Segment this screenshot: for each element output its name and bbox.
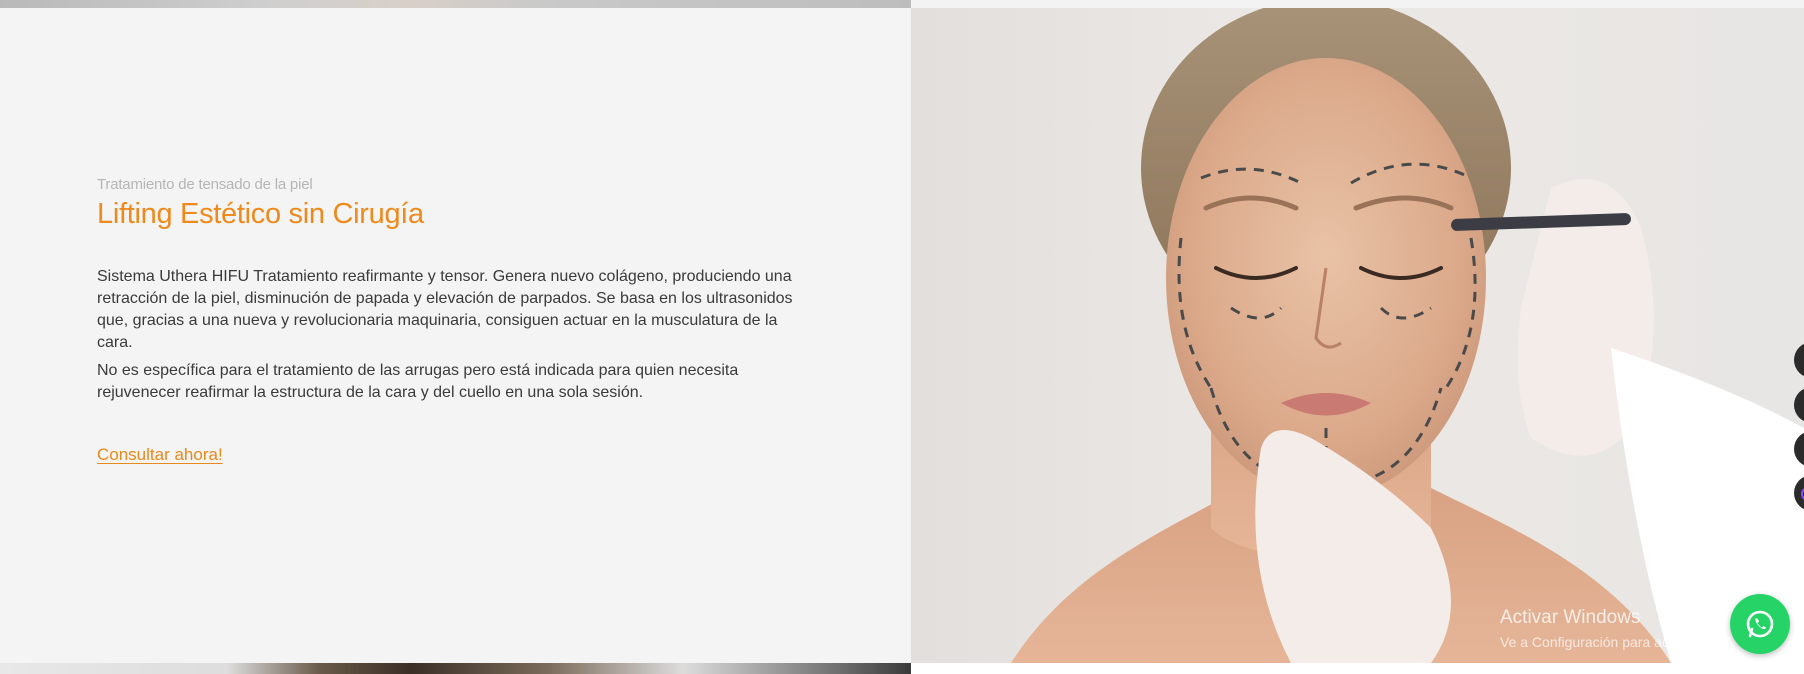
- treatment-photo: [911, 8, 1804, 663]
- next-section-strip: [0, 663, 911, 674]
- previous-section-strip-right: [911, 0, 1804, 8]
- section-title: Lifting Estético sin Cirugía: [97, 198, 424, 230]
- whatsapp-icon: [1746, 610, 1774, 638]
- page: Tratamiento de tensado de la piel Liftin…: [0, 0, 1804, 674]
- next-section-strip-right: [911, 663, 1804, 674]
- section-subtitle: Tratamiento de tensado de la piel: [97, 176, 313, 193]
- description-paragraph: Sistema Uthera HIFU Tratamiento reafirma…: [97, 268, 793, 351]
- previous-section-strip: [0, 0, 911, 8]
- activate-windows-title: Activar Windows: [1500, 607, 1641, 628]
- description-paragraph: No es específica para el tratamiento de …: [97, 362, 739, 401]
- section-description: Sistema Uthera HIFU Tratamiento reafirma…: [97, 266, 797, 410]
- consult-now-link[interactable]: Consultar ahora!: [97, 445, 223, 465]
- whatsapp-button[interactable]: [1730, 594, 1790, 654]
- face-photo-illustration: [1011, 8, 1804, 663]
- activate-windows-subtitle: Ve a Configuración para activar Windows.: [1500, 634, 1760, 650]
